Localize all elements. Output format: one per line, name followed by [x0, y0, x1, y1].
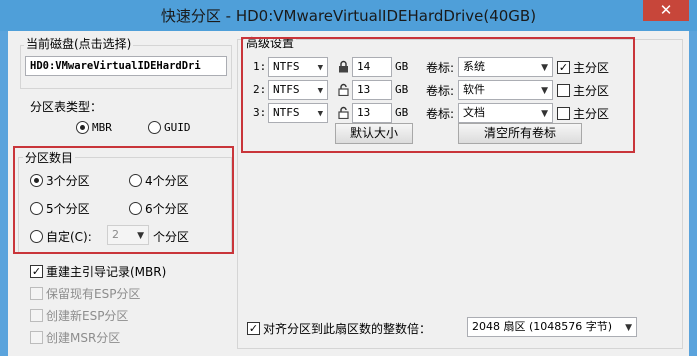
create-msr-label: 创建MSR分区 — [46, 331, 121, 345]
close-button[interactable]: ✕ — [643, 0, 689, 21]
sector-alignment-select[interactable]: 2048 扇区 (1048576 字节) ▼ — [467, 317, 637, 337]
create-esp-box — [30, 309, 43, 322]
keep-esp-box — [30, 287, 43, 300]
keep-esp-label: 保留现有ESP分区 — [46, 287, 141, 301]
align-partitions-checkbox[interactable]: ✓ 对齐分区到此扇区数的整数倍： — [247, 320, 431, 337]
advanced-settings-highlight — [241, 37, 635, 153]
create-msr-checkbox[interactable]: 创建MSR分区 — [30, 329, 120, 346]
current-disk-label: 当前磁盘(点击选择) — [24, 35, 134, 52]
create-msr-box — [30, 331, 43, 344]
mbr-radio[interactable]: MBR — [76, 121, 112, 134]
mbr-radio-label: MBR — [92, 121, 112, 134]
sector-alignment-value: 2048 扇区 (1048576 字节) — [472, 320, 613, 333]
window-title: 快速分区 - HD0:VMwareVirtualIDEHardDrive(40G… — [160, 7, 537, 25]
align-partitions-box: ✓ — [247, 322, 260, 335]
chevron-down-icon: ▼ — [625, 323, 632, 333]
align-partitions-label: 对齐分区到此扇区数的整数倍： — [263, 322, 432, 336]
create-esp-checkbox[interactable]: 创建新ESP分区 — [30, 307, 128, 324]
rebuild-mbr-checkbox[interactable]: ✓ 重建主引导记录(MBR) — [30, 263, 166, 280]
mbr-radio-indicator — [76, 121, 89, 134]
create-esp-label: 创建新ESP分区 — [46, 309, 129, 323]
guid-radio[interactable]: GUID — [148, 121, 191, 134]
rebuild-mbr-box: ✓ — [30, 265, 43, 278]
title-bar: 快速分区 - HD0:VMwareVirtualIDEHardDrive(40G… — [0, 0, 697, 31]
guid-radio-indicator — [148, 121, 161, 134]
keep-esp-checkbox[interactable]: 保留现有ESP分区 — [30, 285, 140, 302]
current-disk-field[interactable]: HD0:VMwareVirtualIDEHardDri — [25, 56, 227, 76]
guid-radio-label: GUID — [164, 121, 191, 134]
rebuild-mbr-label: 重建主引导记录(MBR) — [46, 265, 167, 279]
partition-count-highlight — [13, 146, 234, 254]
partition-table-label: 分区表类型： — [30, 100, 103, 114]
